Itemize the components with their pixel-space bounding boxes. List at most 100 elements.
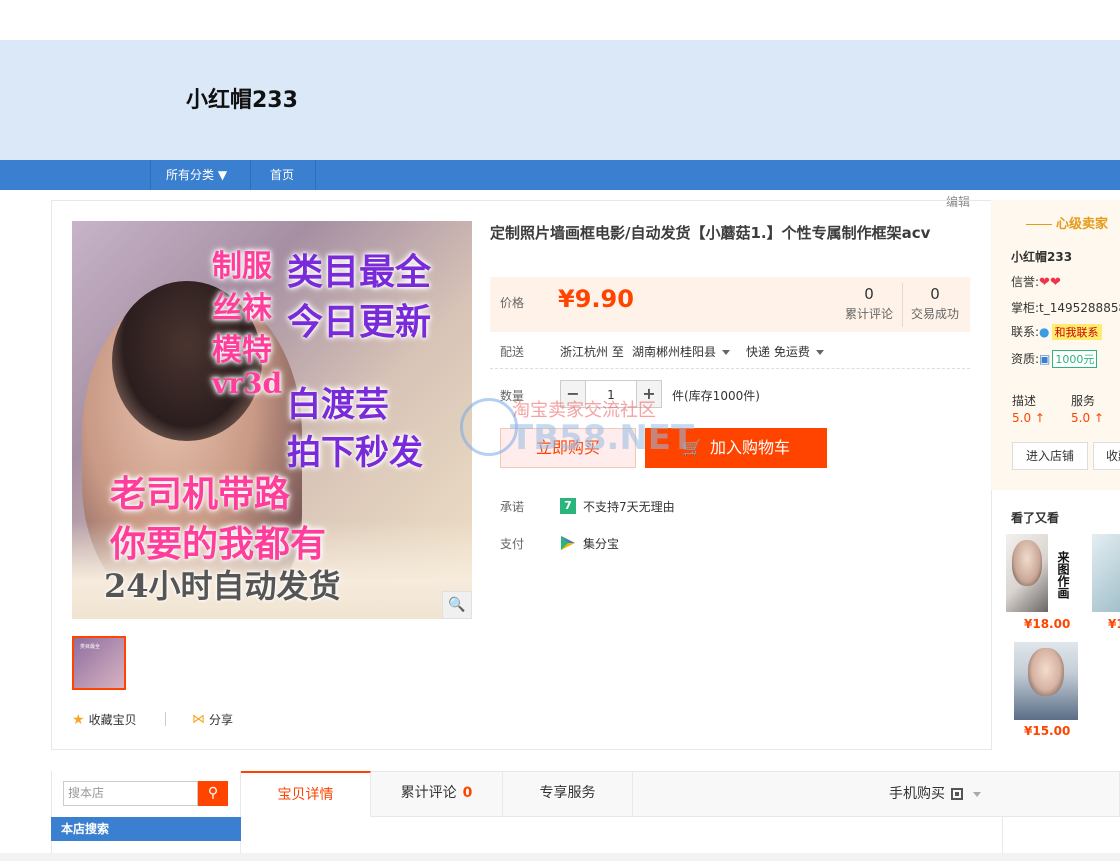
stock-text: 件(库存1000件)	[672, 389, 760, 403]
recommend-price: ¥18.00	[1024, 617, 1071, 631]
credit-label: 信誉:	[1011, 275, 1040, 289]
search-button[interactable]: ⚲	[198, 781, 228, 806]
nav-all-categories[interactable]: 所有分类 ▼	[166, 160, 227, 190]
payment-text: 集分宝	[583, 537, 620, 551]
tab-reviews-label: 累计评论	[400, 785, 457, 801]
quantity-decrease-button[interactable]: −	[560, 380, 586, 408]
thumbnail-text: 类目最全	[80, 644, 101, 650]
contact-button[interactable]: 和我联系	[1051, 324, 1102, 340]
qualification-label: 资质:	[1011, 352, 1040, 366]
footer-strip	[0, 853, 1120, 861]
seller-level: 心级卖家	[1026, 213, 1108, 232]
chat-icon: ●	[1039, 325, 1050, 339]
score-desc-value: 5.0 ↑	[1012, 411, 1045, 425]
overlay-text: 你要的我都有	[110, 523, 327, 565]
nav-divider	[250, 160, 251, 190]
ship-method-label: 快递 免运费	[746, 345, 810, 359]
decor-line	[1026, 224, 1052, 225]
seven-day-icon: 7	[560, 498, 576, 514]
ship-from: 浙江杭州 至	[560, 345, 624, 359]
shop-navbar: 所有分类 ▼ 首页	[0, 160, 1120, 190]
cart-icon: 🛒	[682, 438, 702, 457]
reviews-stat[interactable]: 0 累计评论	[836, 285, 902, 322]
score-desc: 描述 5.0 ↑	[1012, 393, 1045, 427]
recommend-overlay-text: 来图作画	[1048, 534, 1070, 612]
divider	[490, 368, 970, 369]
recommend-price: ¥1	[1108, 617, 1120, 631]
chevron-down-icon	[973, 791, 981, 797]
product-title: 定制照片墙画框电影/自动发货【小蘑菇1.】个性专属制作框架acv	[490, 224, 931, 242]
overlay-text: 今日更新	[287, 301, 432, 343]
score-service-label: 服务	[1071, 394, 1096, 408]
nav-divider	[150, 160, 151, 190]
search-icon: ⚲	[207, 785, 219, 801]
reviews-label: 累计评论	[844, 307, 893, 321]
qr-code-icon	[951, 788, 963, 800]
shop-title[interactable]: 小红帽233	[186, 82, 298, 114]
trades-count: 0	[930, 285, 940, 303]
overlay-text: 拍下秒发	[287, 433, 423, 473]
recommend-item-image[interactable]: 来图作画	[1006, 534, 1070, 612]
overlay-text: 制服	[212, 249, 272, 284]
guarantee-badge[interactable]: 1000元	[1052, 350, 1098, 368]
promise-text[interactable]: 不支持7天无理由	[583, 498, 675, 515]
tab-services[interactable]: 专享服务	[503, 771, 633, 817]
keeper-row: 掌柜:t_1495288858	[1011, 299, 1120, 316]
quantity-label: 数量	[500, 389, 525, 403]
ship-to-label: 湖南郴州桂阳县	[632, 345, 717, 359]
ship-to-select[interactable]: 湖南郴州桂阳县	[632, 343, 731, 360]
tab-details[interactable]: 宝贝详情	[241, 771, 371, 817]
payment-label: 支付	[500, 537, 525, 551]
chevron-down-icon	[815, 350, 824, 355]
quantity-input[interactable]: 1	[586, 380, 636, 408]
price-box: 价格 ¥9.90 0 累计评论 0 交易成功	[490, 277, 970, 332]
favorite-item-button[interactable]: ★ 收藏宝贝	[72, 711, 137, 728]
trades-stat[interactable]: 0 交易成功	[902, 285, 968, 322]
keeper-label: 掌柜:	[1011, 301, 1040, 315]
favorite-label: 收藏宝贝	[88, 713, 137, 727]
arrow-up-icon: ↑	[1034, 411, 1045, 425]
overlay-text: vr3d	[212, 367, 283, 400]
tab-reviews[interactable]: 累计评论 0	[371, 771, 503, 817]
score-service-value: 5.0 ↑	[1071, 411, 1104, 425]
reviews-tab-count: 0	[462, 785, 473, 801]
keeper-name[interactable]: t_1495288858	[1039, 301, 1120, 315]
jifenbao-icon	[561, 536, 575, 550]
overlay-text: 类目最全	[287, 251, 432, 293]
score-desc-label: 描述	[1012, 394, 1037, 408]
credit-row: 信誉:❤❤	[1011, 273, 1061, 290]
overlay-text: 模特	[212, 333, 272, 368]
magnifier-icon[interactable]: 🔍	[442, 591, 472, 619]
collect-shop-button[interactable]: 收藏店铺	[1093, 442, 1120, 470]
share-label: 分享	[209, 713, 234, 727]
seller-level-label: 心级卖家	[1056, 217, 1109, 232]
quantity-increase-button[interactable]: +	[636, 380, 662, 408]
add-to-cart-button[interactable]: 🛒 加入购物车	[645, 428, 827, 468]
store-search-header: 本店搜索	[51, 817, 241, 841]
contact-row: 联系:● 和我联系	[1011, 323, 1102, 340]
star-icon: ★	[72, 711, 85, 728]
seller-name[interactable]: 小红帽233	[1011, 248, 1072, 265]
overlay-text: 老司机带路	[110, 473, 291, 515]
mobile-buy-label: 手机购买	[889, 786, 945, 802]
heart-icon: ❤❤	[1039, 275, 1061, 290]
see-also-title: 看了又看	[1011, 511, 1060, 525]
recommend-item-image[interactable]	[1014, 642, 1078, 720]
arrow-up-icon: ↑	[1093, 411, 1104, 425]
share-button[interactable]: ⋈ 分享	[192, 711, 233, 728]
buy-now-button[interactable]: 立即购买	[500, 428, 636, 468]
product-main-image[interactable]: 制服 丝袜 模特 vr3d 类目最全 今日更新 白渡芸 拍下秒发 老司机带路 你…	[72, 221, 472, 619]
portrait	[1028, 648, 1064, 696]
product-thumbnail[interactable]: 类目最全	[72, 636, 126, 690]
ship-method-select[interactable]: 快递 免运费	[746, 343, 824, 360]
mobile-buy-button[interactable]: 手机购买	[889, 771, 981, 817]
score-service: 服务 5.0 ↑	[1071, 393, 1104, 427]
id-card-icon: ▣	[1039, 352, 1051, 366]
overlay-text: 白渡芸	[287, 385, 389, 425]
shipping-label: 配送	[500, 345, 525, 359]
trades-label: 交易成功	[910, 307, 959, 321]
enter-shop-button[interactable]: 进入店铺	[1012, 442, 1088, 470]
recommend-item-image[interactable]	[1092, 534, 1120, 612]
nav-home[interactable]: 首页	[270, 160, 294, 190]
shop-search-input[interactable]: 搜本店	[63, 781, 198, 806]
